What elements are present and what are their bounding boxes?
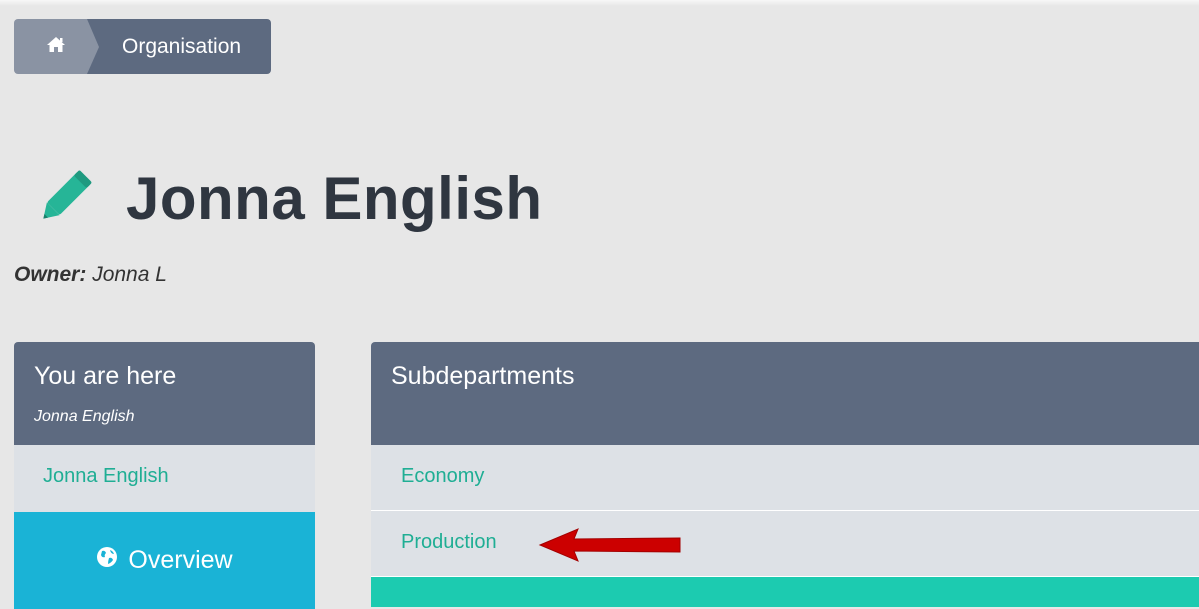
page-title: Jonna English bbox=[126, 164, 543, 232]
breadcrumb: Organisation bbox=[14, 19, 272, 74]
location-panel: You are here Jonna English Jonna English… bbox=[14, 342, 315, 609]
red-arrow-icon bbox=[538, 527, 684, 572]
owner-value: Jonna L bbox=[92, 263, 167, 286]
location-panel-title: You are here bbox=[34, 362, 177, 390]
page-header: Jonna English bbox=[30, 158, 543, 238]
breadcrumb-organisation[interactable]: Organisation bbox=[98, 19, 272, 74]
breadcrumb-home[interactable] bbox=[14, 19, 99, 74]
subdepartments-panel: Subdepartments Economy Production bbox=[371, 342, 1199, 609]
globe-icon bbox=[96, 546, 118, 575]
subdepartments-title: Subdepartments bbox=[371, 342, 1199, 445]
panel-footer-bar bbox=[371, 577, 1199, 607]
location-panel-header: You are here Jonna English bbox=[14, 342, 315, 445]
home-icon bbox=[46, 36, 66, 58]
top-shadow bbox=[0, 0, 1199, 6]
subdepartment-economy[interactable]: Economy bbox=[371, 445, 1199, 511]
owner-label: Owner: bbox=[14, 263, 87, 286]
owner-line: Owner: Jonna L bbox=[14, 263, 167, 287]
subdepartment-production[interactable]: Production bbox=[371, 511, 1199, 577]
overview-label: Overview bbox=[128, 546, 233, 574]
pencil-icon bbox=[30, 160, 102, 237]
location-link[interactable]: Jonna English bbox=[14, 445, 315, 512]
overview-button[interactable]: Overview bbox=[14, 512, 315, 609]
location-panel-subtitle: Jonna English bbox=[34, 408, 135, 425]
